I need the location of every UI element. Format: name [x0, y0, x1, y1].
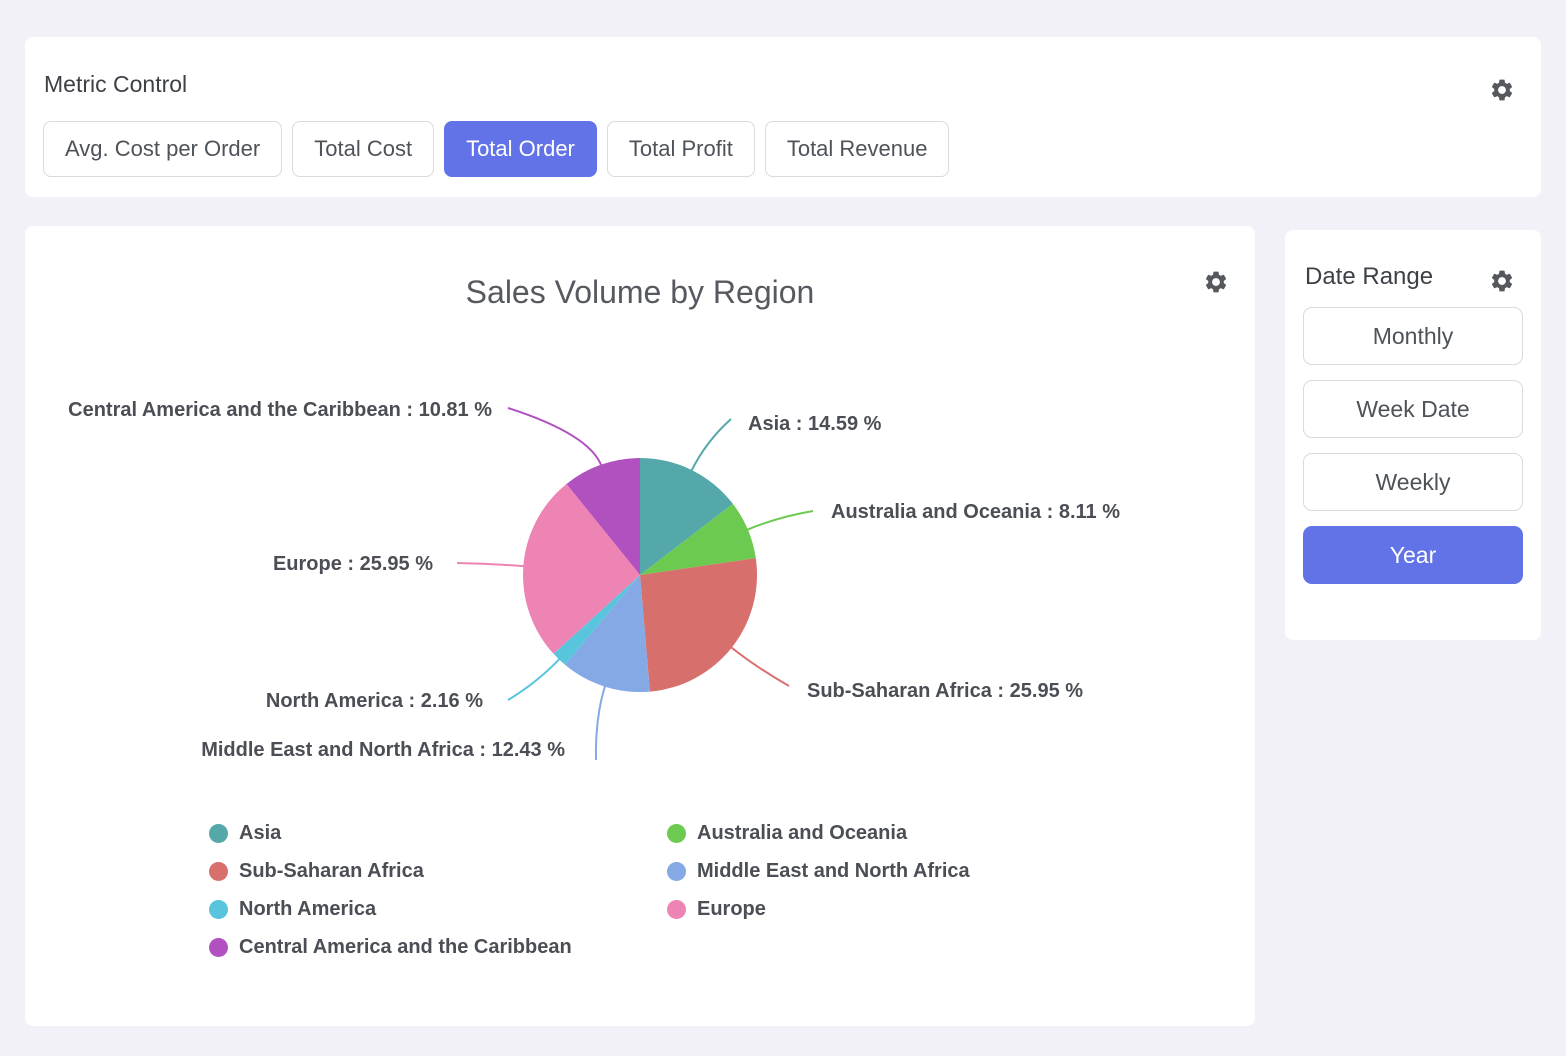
legend-swatch-europe: [667, 900, 686, 919]
metric-control-panel: Metric Control Avg. Cost per OrderTotal …: [25, 37, 1541, 197]
legend-label: Central America and the Caribbean: [239, 936, 572, 959]
legend-swatch-australia-and-oceania: [667, 824, 686, 843]
pie-label-line-middle-east-and-north-africa: [596, 685, 605, 760]
date-range-title: Date Range: [1305, 263, 1433, 291]
pie-label-line-australia-and-oceania: [746, 511, 813, 530]
pie-label-line-asia: [691, 419, 731, 472]
date-range-settings-gear-icon[interactable]: [1489, 268, 1515, 294]
legend-label: Asia: [239, 822, 281, 845]
metric-control-title: Metric Control: [44, 71, 187, 98]
metric-button-total-order[interactable]: Total Order: [444, 121, 597, 177]
legend-item-middle-east-and-north-africa[interactable]: Middle East and North Africa: [667, 852, 970, 890]
date-range-button-monthly[interactable]: Monthly: [1303, 307, 1523, 365]
legend-item-europe[interactable]: Europe: [667, 890, 970, 928]
date-range-button-group: Monthly Week Date Weekly Year: [1303, 307, 1523, 584]
sales-volume-chart-panel: Sales Volume by Region Asia : 14.59 % Aus…: [25, 226, 1255, 1026]
pie-slice-sub-saharan-africa[interactable]: [640, 558, 757, 691]
metric-button-total-revenue[interactable]: Total Revenue: [765, 121, 950, 177]
legend-swatch-sub-saharan-africa: [209, 862, 228, 881]
chart-settings-gear-icon[interactable]: [1203, 269, 1229, 295]
dashboard-page: Metric Control Avg. Cost per OrderTotal …: [0, 0, 1566, 1056]
metric-settings-gear-icon[interactable]: [1489, 77, 1515, 103]
metric-button-total-profit[interactable]: Total Profit: [607, 121, 755, 177]
pie-label-sub-saharan-africa: Sub-Saharan Africa : 25.95 %: [807, 680, 1083, 702]
legend-label: Australia and Oceania: [697, 822, 907, 845]
pie-label-europe: Europe : 25.95 %: [273, 553, 433, 575]
pie-label-line-europe: [457, 563, 525, 566]
date-range-button-weekly[interactable]: Weekly: [1303, 453, 1523, 511]
chart-title: Sales Volume by Region: [25, 274, 1255, 311]
pie-chart: Asia : 14.59 % Australia and Oceania : 8.…: [25, 326, 1255, 786]
pie-label-central-america-and-the-caribbean: Central America and the Caribbean : 10.8…: [68, 399, 492, 421]
legend-label: North America: [239, 898, 376, 921]
legend-column-1: Asia Sub-Saharan Africa North America Centr…: [209, 814, 572, 966]
pie-label-asia: Asia : 14.59 %: [748, 413, 882, 435]
metric-button-total-cost[interactable]: Total Cost: [292, 121, 434, 177]
metric-button-group: Avg. Cost per OrderTotal CostTotal Order…: [43, 121, 949, 177]
gear-icon: [1489, 268, 1515, 294]
legend-item-central-america-and-the-caribbean[interactable]: Central America and the Caribbean: [209, 928, 572, 966]
legend-label: Middle East and North Africa: [697, 860, 970, 883]
legend-label: Europe: [697, 898, 766, 921]
legend-item-australia-and-oceania[interactable]: Australia and Oceania: [667, 814, 970, 852]
gear-icon: [1203, 269, 1229, 295]
legend-swatch-central-america-and-the-caribbean: [209, 938, 228, 957]
legend-item-sub-saharan-africa[interactable]: Sub-Saharan Africa: [209, 852, 572, 890]
legend-swatch-middle-east-and-north-africa: [667, 862, 686, 881]
legend-swatch-north-america: [209, 900, 228, 919]
pie-label-australia-and-oceania: Australia and Oceania : 8.11 %: [831, 501, 1120, 523]
gear-icon: [1489, 77, 1515, 103]
pie-label-north-america: North America : 2.16 %: [266, 690, 483, 712]
legend-column-2: Australia and Oceania Middle East and Nor…: [667, 814, 970, 928]
pie-label-line-north-america: [508, 658, 560, 700]
pie-label-line-sub-saharan-africa: [730, 646, 789, 686]
pie-label-line-central-america-and-the-caribbean: [508, 408, 602, 467]
metric-button-avg-cost-per-order[interactable]: Avg. Cost per Order: [43, 121, 282, 177]
legend-item-north-america[interactable]: North America: [209, 890, 572, 928]
pie-label-middle-east-and-north-africa: Middle East and North Africa : 12.43 %: [201, 739, 565, 761]
legend-item-asia[interactable]: Asia: [209, 814, 572, 852]
legend-label: Sub-Saharan Africa: [239, 860, 424, 883]
legend-swatch-asia: [209, 824, 228, 843]
date-range-button-year[interactable]: Year: [1303, 526, 1523, 584]
date-range-panel: Date Range Monthly Week Date Weekly Year: [1285, 230, 1541, 640]
date-range-button-week-date[interactable]: Week Date: [1303, 380, 1523, 438]
chart-legend: Asia Sub-Saharan Africa North America Centr…: [25, 814, 1255, 984]
